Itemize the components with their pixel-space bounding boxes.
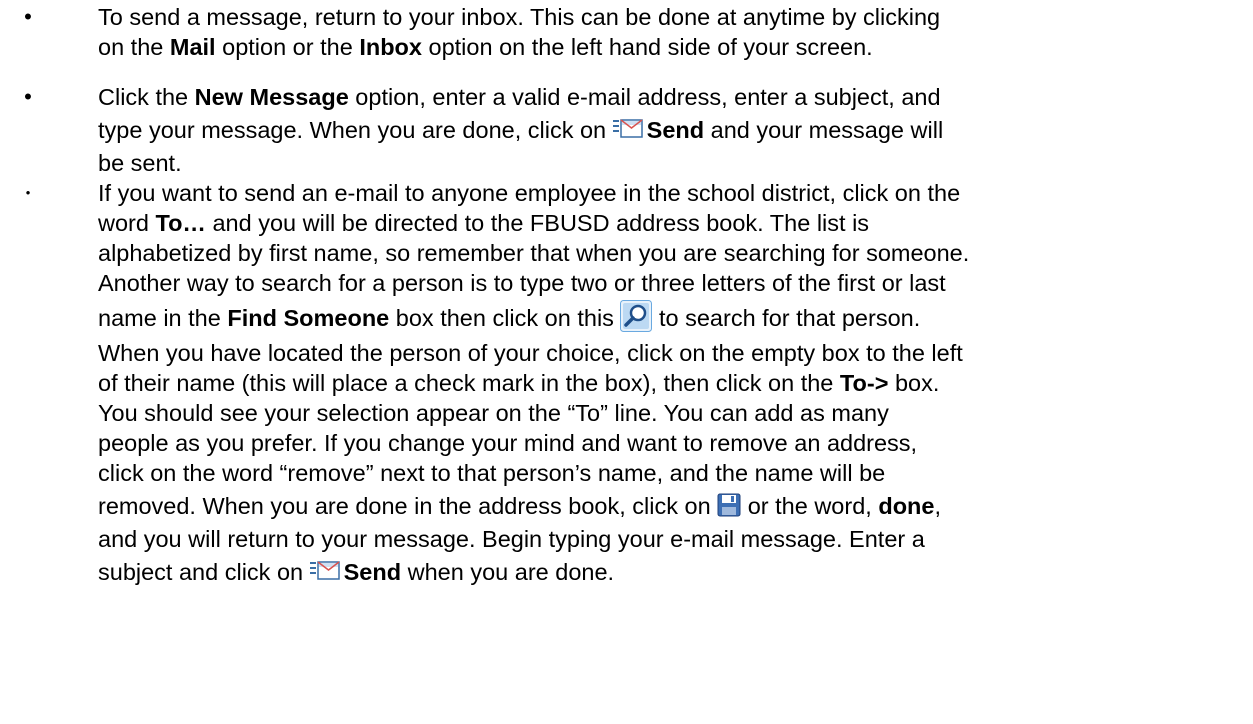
list-item-line: of their name (this will place a check m… <box>98 370 940 396</box>
list-item-line: type your message. When you are done, cl… <box>98 115 944 143</box>
list-item-line: be sent. <box>98 150 182 176</box>
new-message-label: New Message <box>194 84 349 110</box>
send-label: Send <box>646 117 705 143</box>
list-item-line: removed. When you are done in the addres… <box>98 491 942 519</box>
inbox-option-label: Inbox <box>359 34 422 60</box>
list-item-line: If you want to send an e-mail to anyone … <box>98 180 961 206</box>
list-item-line: name in the Find Someone box then click … <box>98 298 1218 338</box>
list-item-line: Another way to search for a person is to… <box>98 270 946 296</box>
send-icon <box>309 557 340 581</box>
list-item-line: subject and click on Send when you are d… <box>98 557 615 585</box>
list-item: • To send a message, return to your inbo… <box>0 2 1218 62</box>
list-item-line: people as you prefer. If you change your… <box>98 430 918 456</box>
list-item-line: and you will return to your message. Beg… <box>98 526 925 552</box>
send-label: Send <box>343 559 402 585</box>
list-item-line: To send a message, return to your inbox.… <box>98 4 941 30</box>
magnifier-icon <box>620 300 653 332</box>
list-item: • Click the New Message option, enter a … <box>0 82 1218 178</box>
send-icon <box>612 115 643 139</box>
to-label: To… <box>155 210 206 236</box>
bullet-dot: • <box>24 84 32 109</box>
list-item-line: word To… and you will be directed to the… <box>98 210 870 236</box>
list-item: • If you want to send an e-mail to anyon… <box>0 178 1218 590</box>
list-item-line: You should see your selection appear on … <box>98 400 889 426</box>
bullet-dot: • <box>24 4 32 29</box>
done-label: done <box>878 493 935 519</box>
list-item-line: When you have located the person of your… <box>98 340 963 366</box>
mail-option-label: Mail <box>169 34 216 60</box>
bullet-dot: • <box>25 185 31 200</box>
list-item-line: Click the New Message option, enter a va… <box>98 84 941 110</box>
list-item-line: on the Mail option or the Inbox option o… <box>98 34 873 60</box>
find-someone-label: Find Someone <box>227 305 390 331</box>
to-arrow-label: To-> <box>839 370 889 396</box>
document-page: • To send a message, return to your inbo… <box>0 0 1253 724</box>
list-item-line: alphabetized by first name, so remember … <box>98 240 970 266</box>
list-item-line: click on the word “remove” next to that … <box>98 460 886 486</box>
floppy-save-icon <box>717 491 741 517</box>
